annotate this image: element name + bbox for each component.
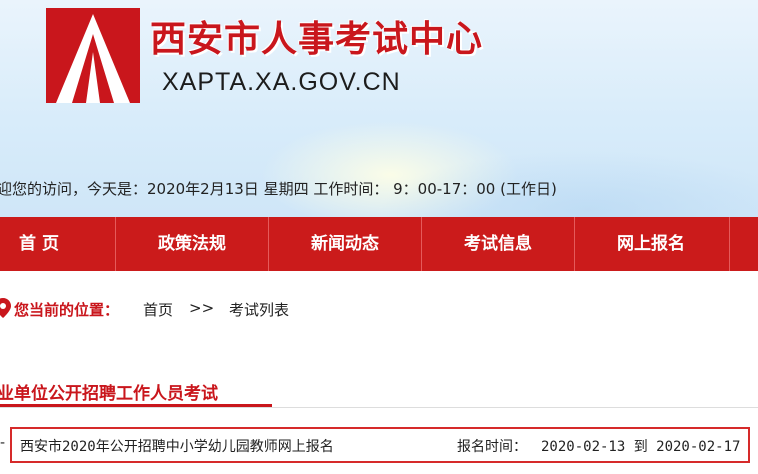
location-pin-icon [0,298,11,318]
breadcrumb: 您当前的位置： 首页 >> 考试列表 [0,297,758,321]
site-domain: XAPTA.XA.GOV.CN [162,68,401,96]
nav-item-online-registration[interactable]: 网上报名 [575,217,727,271]
breadcrumb-home-link[interactable]: 首页 [143,299,173,320]
list-item-date-label: 报名时间： [457,439,527,455]
site-title: 西安市人事考试中心 [150,18,484,60]
nav-divider [729,217,730,271]
breadcrumb-label: 您当前的位置： [14,301,120,319]
logo-emblem-icon [46,8,140,103]
breadcrumb-separator: >> [189,299,215,317]
breadcrumb-current: 考试列表 [229,301,290,319]
nav-item-exam-info[interactable]: 考试信息 [422,217,574,271]
nav-item-policy[interactable]: 政策法规 [116,217,268,271]
section-title: 业单位公开招聘工作人员考试 [0,384,218,404]
nav-item-home[interactable]: 首 页 [0,217,78,271]
list-item-bullet: - [0,435,6,451]
site-logo[interactable] [46,8,140,103]
nav-item-news[interactable]: 新闻动态 [269,217,421,271]
welcome-text: 迎您的访问，今天是：2020年2月13日 星期四 工作时间： 9：00-17：0… [0,180,557,198]
section-divider [0,407,758,408]
main-nav: 首 页 政策法规 新闻动态 考试信息 网上报名 [0,217,758,271]
list-item-dates: 2020-02-13 到 2020-02-17 [541,439,741,455]
list-item-title-link[interactable]: 西安市2020年公开招聘中小学幼儿园教师网上报名 [20,436,334,456]
